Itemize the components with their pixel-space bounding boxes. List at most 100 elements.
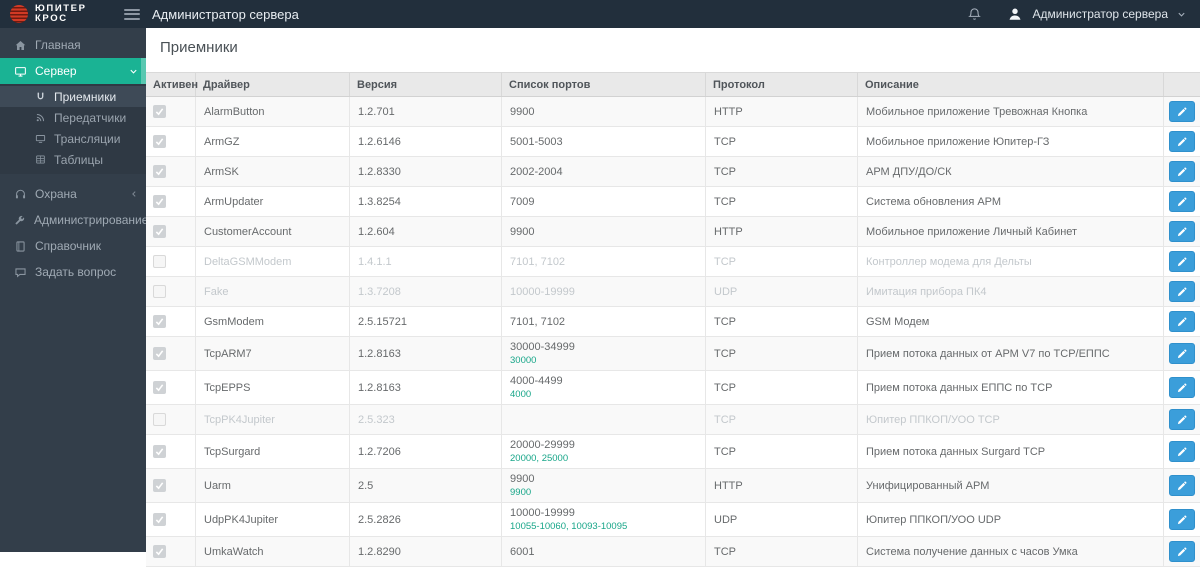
active-cell xyxy=(146,503,196,536)
sidebar-item-label: Приемники xyxy=(54,90,116,104)
protocol-cell: TCP xyxy=(706,157,858,186)
header-ports: Список портов xyxy=(502,73,706,96)
ports-cell: 99009900 xyxy=(502,469,706,502)
ports-range: 10000-19999 xyxy=(510,507,699,519)
app-logo[interactable]: ЮПИТЕРКРОС xyxy=(0,0,146,28)
chevron-down-icon xyxy=(129,67,138,76)
sidebar-item-server[interactable]: Сервер xyxy=(0,58,146,84)
active-checkbox[interactable] xyxy=(153,165,166,178)
actions-cell xyxy=(1164,187,1200,216)
book-icon xyxy=(13,240,27,253)
table-row: TcpARM71.2.816330000-3499930000TCPПрием … xyxy=(146,337,1200,371)
ports-open-values: 10055-10060, 10093-10095 xyxy=(510,521,699,532)
active-checkbox[interactable] xyxy=(153,445,166,458)
actions-cell xyxy=(1164,157,1200,186)
driver-cell: CustomerAccount xyxy=(196,217,350,246)
actions-cell xyxy=(1164,97,1200,126)
sidebar-item-tables[interactable]: Таблицы xyxy=(0,149,146,170)
version-cell: 2.5 xyxy=(350,469,502,502)
ports-cell: 4000-44994000 xyxy=(502,371,706,404)
active-checkbox[interactable] xyxy=(153,315,166,328)
actions-cell xyxy=(1164,371,1200,404)
active-checkbox[interactable] xyxy=(153,347,166,360)
ports-cell: 20000-2999920000, 25000 xyxy=(502,435,706,468)
edit-button[interactable] xyxy=(1169,441,1195,462)
ports-cell: 10000-19999 10055-10060, 10093-10095 xyxy=(502,503,706,536)
version-cell: 2.5.323 xyxy=(350,405,502,434)
sidebar-item-label: Таблицы xyxy=(54,153,103,167)
edit-button[interactable] xyxy=(1169,161,1195,182)
active-checkbox[interactable] xyxy=(153,513,166,526)
edit-button[interactable] xyxy=(1169,251,1195,272)
pencil-icon xyxy=(1176,256,1188,268)
menu-toggle-icon[interactable] xyxy=(124,9,140,20)
sidebar-item-broadcasts[interactable]: Трансляции xyxy=(0,128,146,149)
active-checkbox[interactable] xyxy=(153,195,166,208)
edit-button[interactable] xyxy=(1169,509,1195,530)
user-menu-chevron-down-icon xyxy=(1177,10,1186,19)
active-checkbox[interactable] xyxy=(153,479,166,492)
version-cell: 1.2.8330 xyxy=(350,157,502,186)
edit-button[interactable] xyxy=(1169,221,1195,242)
sidebar-item-administration[interactable]: Администрирование xyxy=(0,207,146,233)
version-cell: 1.2.701 xyxy=(350,97,502,126)
ports-cell: 7009 xyxy=(502,187,706,216)
edit-button[interactable] xyxy=(1169,343,1195,364)
notifications-bell-icon[interactable] xyxy=(967,7,982,22)
sidebar-item-security[interactable]: Охрана xyxy=(0,181,146,207)
driver-cell: ArmSK xyxy=(196,157,350,186)
sidebar-item-ask-question[interactable]: Задать вопрос xyxy=(0,259,146,285)
version-cell: 1.4.1.1 xyxy=(350,247,502,276)
edit-button[interactable] xyxy=(1169,311,1195,332)
pencil-icon xyxy=(1176,382,1188,394)
ports-open-values: 20000, 25000 xyxy=(510,453,699,464)
driver-cell: TcpEPPS xyxy=(196,371,350,404)
sidebar-item-home[interactable]: Главная xyxy=(0,32,146,58)
protocol-cell: TCP xyxy=(706,435,858,468)
description-cell: Система обновления АРМ xyxy=(858,187,1164,216)
sidebar-item-receivers[interactable]: Приемники xyxy=(0,86,146,107)
edit-button[interactable] xyxy=(1169,101,1195,122)
display-icon xyxy=(13,65,27,78)
user-avatar-icon[interactable] xyxy=(1007,6,1023,22)
description-cell: Мобильное приложение Тревожная Кнопка xyxy=(858,97,1164,126)
active-checkbox[interactable] xyxy=(153,105,166,118)
driver-cell: TcpPK4Jupiter xyxy=(196,405,350,434)
pencil-icon xyxy=(1176,226,1188,238)
edit-button[interactable] xyxy=(1169,131,1195,152)
active-cell xyxy=(146,371,196,404)
protocol-cell: TCP xyxy=(706,247,858,276)
driver-cell: ArmUpdater xyxy=(196,187,350,216)
active-checkbox[interactable] xyxy=(153,381,166,394)
edit-button[interactable] xyxy=(1169,281,1195,302)
active-checkbox[interactable] xyxy=(153,225,166,238)
active-cell xyxy=(146,217,196,246)
active-cell xyxy=(146,157,196,186)
description-cell: Прием потока данных ЕППС по TCP xyxy=(858,371,1164,404)
protocol-cell: TCP xyxy=(706,405,858,434)
active-cell xyxy=(146,405,196,434)
active-cell xyxy=(146,469,196,502)
table-row: UdpPK4Jupiter2.5.282610000-1999910055-10… xyxy=(146,503,1200,537)
edit-button[interactable] xyxy=(1169,475,1195,496)
active-checkbox[interactable] xyxy=(153,285,166,298)
edit-button[interactable] xyxy=(1169,409,1195,430)
version-cell: 1.2.604 xyxy=(350,217,502,246)
driver-cell: ArmGZ xyxy=(196,127,350,156)
active-checkbox[interactable] xyxy=(153,413,166,426)
ports-range: 10000-19999 xyxy=(510,286,699,298)
active-checkbox[interactable] xyxy=(153,255,166,268)
ports-range: 9900 xyxy=(510,106,699,118)
edit-button[interactable] xyxy=(1169,191,1195,212)
edit-button[interactable] xyxy=(1169,377,1195,398)
sidebar-item-transmitters[interactable]: Передатчики xyxy=(0,107,146,128)
user-menu[interactable]: Администратор сервера xyxy=(1032,7,1168,21)
driver-cell: Fake xyxy=(196,277,350,306)
table-row: TcpSurgard1.2.720620000-2999920000, 2500… xyxy=(146,435,1200,469)
jupiter-logo-icon xyxy=(10,5,28,23)
version-cell: 1.2.7206 xyxy=(350,435,502,468)
pencil-icon xyxy=(1176,286,1188,298)
ports-range: 7101, 7102 xyxy=(510,316,699,328)
active-checkbox[interactable] xyxy=(153,135,166,148)
sidebar-item-reference[interactable]: Справочник xyxy=(0,233,146,259)
